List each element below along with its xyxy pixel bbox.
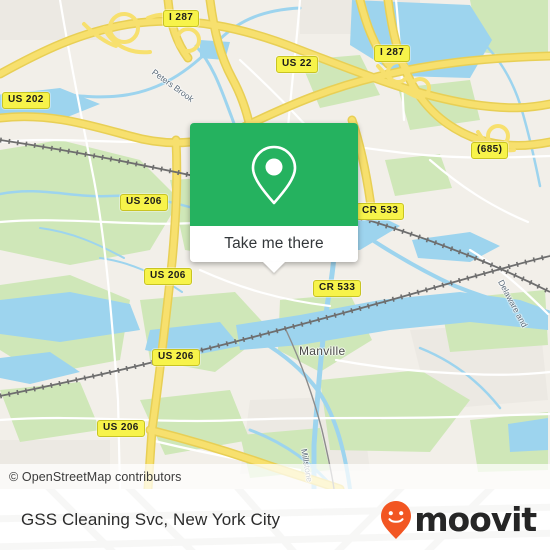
road-shield: US 206	[97, 420, 145, 437]
road-shield: (685)	[471, 142, 509, 159]
road-shield: CR 533	[356, 203, 405, 220]
road-shield: US 206	[120, 194, 168, 211]
map-screenshot-page: I 287 I 287 US 22 US 202 (685) US 206 CR…	[0, 0, 550, 550]
take-me-there-label: Take me there	[224, 235, 324, 252]
moovit-brand-logo[interactable]: moovit	[380, 500, 537, 540]
location-title: GSS Cleaning Svc, New York City	[21, 509, 281, 529]
road-shield: US 206	[144, 268, 192, 285]
road-shield: US 22	[276, 56, 318, 73]
road-shield: US 202	[2, 92, 50, 109]
attribution-text: © OpenStreetMap contributors	[9, 469, 182, 484]
map-canvas[interactable]: I 287 I 287 US 22 US 202 (685) US 206 CR…	[0, 0, 550, 489]
road-shield: US 206	[152, 349, 200, 366]
road-shield: I 287	[374, 45, 411, 62]
road-shield: CR 533	[313, 280, 362, 297]
footer-content: GSS Cleaning Svc, New York City moovit	[0, 489, 550, 550]
place-label-manville: Manville	[299, 344, 346, 358]
footer-bar: GSS Cleaning Svc, New York City moovit	[0, 489, 550, 550]
map-attribution[interactable]: © OpenStreetMap contributors	[0, 464, 550, 489]
map-pin-icon	[251, 145, 297, 204]
take-me-there-callout[interactable]: Take me there	[190, 123, 358, 273]
callout-pointer-tail	[263, 262, 285, 273]
callout-action-panel[interactable]: Take me there	[190, 226, 358, 273]
moovit-wordmark: moovit	[414, 500, 537, 539]
road-shield: I 287	[163, 10, 200, 27]
callout-icon-panel	[190, 123, 358, 226]
moovit-smiling-pin-icon	[381, 500, 412, 539]
